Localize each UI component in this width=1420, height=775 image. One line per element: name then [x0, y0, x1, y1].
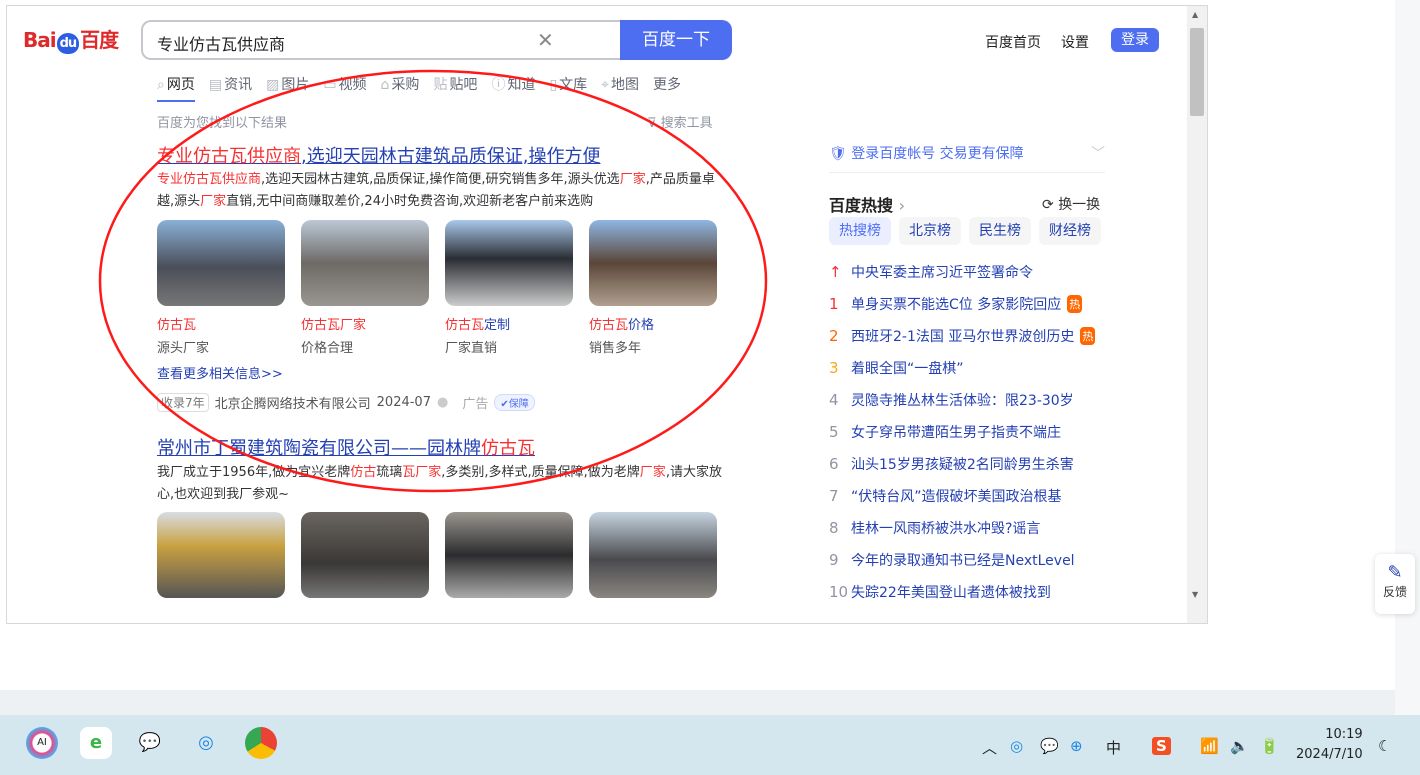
- ie-browser-icon[interactable]: e: [80, 727, 112, 759]
- clock[interactable]: 10:19 2024/7/10: [1296, 725, 1363, 765]
- time: 10:19: [1325, 727, 1363, 742]
- qq-browser-icon[interactable]: ◎: [190, 727, 222, 759]
- ai-app-icon[interactable]: AI: [26, 727, 58, 759]
- sogou-ime-icon[interactable]: S: [1152, 737, 1171, 755]
- date: 2024/7/10: [1296, 747, 1363, 762]
- volume-icon[interactable]: 🔈: [1230, 737, 1249, 755]
- feedback-button[interactable]: ✎ 反馈: [1375, 554, 1415, 614]
- feedback-label: 反馈: [1382, 585, 1407, 599]
- qq-tray-icon[interactable]: ◎: [1010, 737, 1023, 755]
- show-hidden-icons[interactable]: ︿: [982, 737, 997, 758]
- wechat-icon[interactable]: 💬: [134, 727, 166, 759]
- wechat-tray-icon[interactable]: 💬: [1040, 737, 1059, 755]
- taskbar: AI e 💬 ◎ ︿ ◎ 💬 ⊕ 中 S 📶 🔈 🔋 10:19 2024/7/1…: [0, 715, 1420, 775]
- ime-indicator[interactable]: 中: [1106, 737, 1121, 758]
- edit-icon: ✎: [1387, 562, 1403, 583]
- chrome-icon[interactable]: [245, 727, 277, 759]
- wifi-icon[interactable]: 📶: [1200, 737, 1219, 755]
- battery-icon[interactable]: 🔋: [1260, 737, 1279, 755]
- moon-icon[interactable]: ☾: [1378, 737, 1391, 755]
- annotation-ellipse: [98, 69, 768, 493]
- download-tray-icon[interactable]: ⊕: [1070, 737, 1083, 755]
